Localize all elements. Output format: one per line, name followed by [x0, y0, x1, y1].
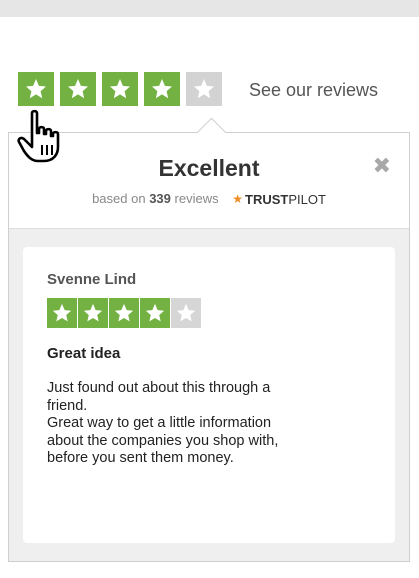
- star-icon: [83, 303, 103, 322]
- star-5[interactable]: [186, 72, 222, 106]
- star-icon: [68, 79, 88, 99]
- review-text-line: Great way to get a little information: [47, 415, 272, 431]
- popup-header: Excellent ✖ based on 339 reviews ★ TRUST…: [9, 133, 409, 229]
- close-icon[interactable]: ✖: [373, 155, 391, 177]
- review-text: Just found out about this through a frie…: [47, 380, 367, 468]
- star-2[interactable]: [60, 72, 96, 106]
- popup-title: Excellent: [158, 155, 260, 181]
- review-star-4: [140, 298, 170, 328]
- star-icon: [114, 303, 134, 322]
- review-summary: based on 339 reviews ★ TRUST PILOT: [9, 191, 409, 207]
- star-icon: [152, 79, 172, 99]
- review-text-line: about the companies you shop with,: [47, 432, 279, 449]
- review-text-line: Just found out about this through a: [47, 380, 271, 396]
- based-suffix: reviews: [174, 191, 219, 206]
- review-card: Svenne Lind Great idea Just found out ab…: [23, 247, 395, 543]
- review-star-3: [109, 298, 139, 328]
- reviewer-name: Svenne Lind: [47, 271, 137, 288]
- star-icon: [110, 79, 130, 99]
- reviews-popup: Excellent ✖ based on 339 reviews ★ TRUST…: [8, 117, 410, 562]
- star-icon: [145, 303, 165, 322]
- trustpilot-star-icon: ★: [232, 192, 243, 206]
- star-1[interactable]: [18, 72, 54, 106]
- star-4[interactable]: [144, 72, 180, 106]
- trustpilot-logo[interactable]: ★ TRUST PILOT: [232, 192, 326, 207]
- review-text-line: friend.: [47, 397, 88, 414]
- star-icon: [194, 79, 214, 99]
- popup-body: Svenne Lind Great idea Just found out ab…: [9, 229, 409, 561]
- based-prefix: based on: [92, 191, 146, 206]
- review-star-5: [171, 298, 201, 328]
- rating-stars[interactable]: [18, 72, 228, 106]
- star-3[interactable]: [102, 72, 138, 106]
- review-star-1: [47, 298, 77, 328]
- review-title: Great idea: [47, 345, 121, 362]
- review-count: 339: [149, 191, 171, 206]
- review-rating-stars: [47, 298, 202, 328]
- see-reviews-link[interactable]: See our reviews: [249, 80, 378, 101]
- hand-pointer-icon: [17, 109, 60, 163]
- trustpilot-pilot-text: PILOT: [288, 191, 326, 207]
- top-bar: [0, 0, 419, 17]
- star-icon: [26, 79, 46, 99]
- trustpilot-trust-text: TRUST: [245, 191, 289, 207]
- review-text-line: before you sent them money.: [47, 450, 234, 466]
- star-icon: [176, 303, 196, 322]
- review-star-2: [78, 298, 108, 328]
- star-icon: [52, 303, 72, 322]
